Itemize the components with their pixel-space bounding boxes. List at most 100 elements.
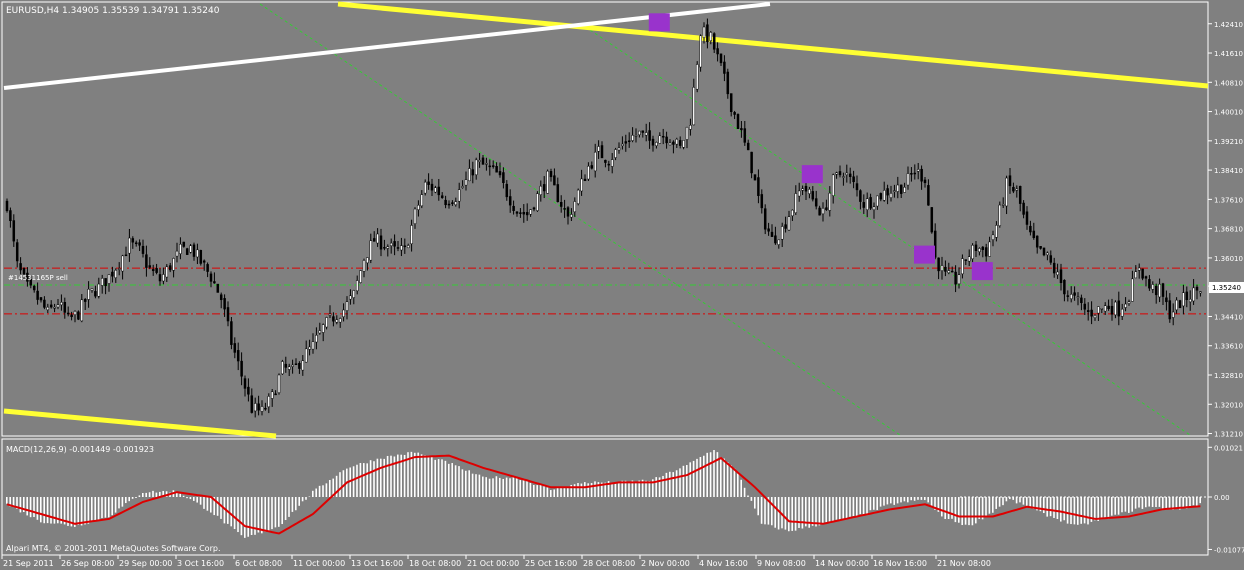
- macd-hist-bar: [713, 450, 715, 497]
- candle-body: [294, 363, 298, 366]
- mt4-chart-window[interactable]: 1.31210 1.32010 1.32810 1.33610 1.34410 1.352…: [0, 0, 1244, 570]
- macd-hist-bar: [669, 471, 671, 497]
- macd-hist-bar: [189, 497, 192, 500]
- candle-body: [189, 245, 192, 253]
- candle-body: [1059, 269, 1063, 283]
- macd-hist-bar: [478, 474, 481, 497]
- macd-hist-bar: [876, 497, 878, 510]
- candle-body: [257, 403, 260, 411]
- macd-hist-bar: [29, 497, 32, 518]
- time-tick-label: 21 Sep 2011: [3, 559, 54, 568]
- macd-hist-bar: [485, 477, 487, 497]
- candle-body: [128, 237, 131, 254]
- candle-body: [1195, 286, 1199, 291]
- candle-body: [1063, 279, 1066, 295]
- candle-body: [614, 149, 617, 158]
- macd-hist-bar: [121, 497, 124, 507]
- macd-hist-bar: [101, 497, 103, 519]
- macd-hist-bar: [757, 497, 759, 516]
- price-tick-label: 1.40010: [1214, 109, 1243, 117]
- macd-hist-bar: [458, 466, 460, 497]
- candle-body: [682, 140, 685, 148]
- candle-body: [753, 174, 757, 181]
- candle-body: [345, 301, 349, 311]
- macd-hist-bar: [135, 497, 137, 498]
- candle-body: [658, 135, 662, 144]
- macd-hist-bar: [1060, 497, 1062, 522]
- macd-hist-bar: [295, 497, 297, 511]
- macd-tick-label: -0.01077: [1214, 546, 1244, 554]
- candle-body: [723, 61, 726, 74]
- macd-hist-bar: [148, 492, 151, 497]
- candle-body: [386, 246, 390, 249]
- macd-hist-bar: [941, 497, 943, 517]
- macd-hist-bar: [199, 497, 202, 505]
- macd-hist-bar: [672, 472, 674, 497]
- candle-body: [1097, 306, 1100, 314]
- candle-body: [168, 265, 172, 271]
- candle-body: [536, 193, 539, 211]
- candle-body: [1144, 276, 1148, 279]
- macd-hist-bar: [750, 497, 753, 501]
- macd-hist-bar: [900, 497, 902, 503]
- candle-body: [383, 247, 386, 249]
- candle-body: [998, 204, 1002, 226]
- macd-hist-bar: [726, 462, 729, 497]
- swing-marker: [914, 245, 935, 264]
- candle-body: [1171, 311, 1175, 318]
- macd-hist-bar: [46, 497, 49, 524]
- macd-hist-bar: [1182, 497, 1184, 509]
- macd-hist-bar: [913, 497, 916, 501]
- candle-body: [53, 306, 56, 309]
- macd-hist-bar: [927, 497, 929, 503]
- candle-body: [1093, 315, 1097, 318]
- candle-body: [876, 195, 879, 207]
- candle-body: [529, 209, 532, 215]
- candle-body: [5, 200, 9, 211]
- macd-hist-bar: [244, 497, 246, 538]
- candle-body: [957, 274, 961, 285]
- candle-body: [848, 173, 852, 178]
- time-tick-label: 28 Oct 08:00: [583, 559, 635, 568]
- macd-hist-bar: [1083, 497, 1086, 524]
- macd-hist-bar: [655, 477, 657, 497]
- macd-hist-bar: [992, 497, 994, 513]
- candle-body: [1018, 185, 1022, 204]
- time-tick-label: 2 Nov 00:00: [641, 559, 690, 568]
- candle-body: [94, 291, 97, 297]
- macd-hist-bar: [529, 483, 532, 497]
- candle-body: [63, 301, 67, 313]
- candle-body: [542, 184, 546, 192]
- candle-body: [264, 407, 267, 410]
- macd-hist-bar: [390, 455, 392, 497]
- macd-hist-bar: [291, 497, 294, 512]
- candle-body: [743, 128, 747, 143]
- macd-hist-bar: [1049, 497, 1052, 517]
- macd-hist-bar: [145, 492, 147, 497]
- candle-body: [148, 265, 152, 268]
- candle-body: [134, 242, 138, 245]
- candle-body: [872, 206, 876, 211]
- candle-body: [865, 198, 869, 210]
- macd-hist-bar: [968, 497, 970, 526]
- candle-body: [196, 249, 199, 258]
- macd-hist-bar: [954, 497, 957, 523]
- time-tick-label: 3 Oct 16:00: [177, 559, 224, 568]
- candle-body: [301, 360, 305, 371]
- macd-hist-bar: [543, 486, 545, 497]
- macd-hist-bar: [53, 497, 56, 524]
- candle-body: [1165, 297, 1168, 303]
- macd-hist-bar: [859, 497, 861, 515]
- macd-hist-bar: [573, 484, 576, 497]
- macd-hist-bar: [835, 497, 838, 520]
- candle-body: [1083, 303, 1087, 310]
- candle-body: [138, 242, 141, 246]
- candle-body: [607, 163, 611, 166]
- macd-hist-bar: [998, 497, 1001, 507]
- candle-body: [32, 285, 36, 291]
- macd-hist-bar: [526, 481, 528, 497]
- macd-hist-bar: [40, 497, 42, 523]
- macd-hist-bar: [692, 460, 695, 497]
- candle-body: [838, 171, 842, 176]
- candle-body: [43, 299, 46, 308]
